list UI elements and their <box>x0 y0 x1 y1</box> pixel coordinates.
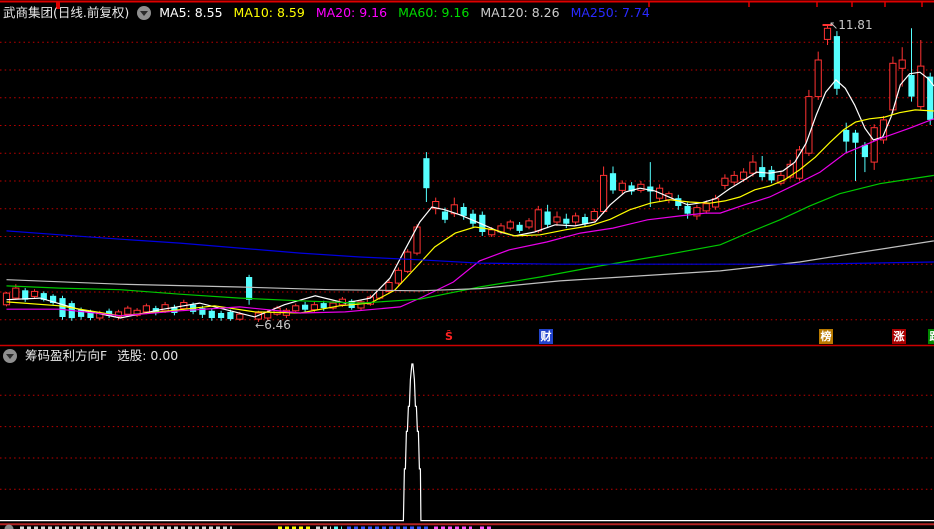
candle-up <box>553 211 561 226</box>
candle-up <box>730 171 738 186</box>
candle-down <box>768 166 775 184</box>
ma-line-ma120 <box>6 240 934 292</box>
candle-down <box>50 294 57 305</box>
candle-up <box>637 181 645 193</box>
candle-up <box>506 219 514 231</box>
chevron-down-icon <box>140 11 149 16</box>
candle-up <box>534 205 542 234</box>
candle-up <box>30 289 39 299</box>
indicator-name[interactable]: 筹码盈利方向F <box>25 348 107 364</box>
marker-dollar[interactable]: Ŝ <box>442 329 456 344</box>
candle-up <box>777 171 785 186</box>
ma-line-ma5 <box>6 71 934 319</box>
candle-up <box>525 218 533 230</box>
marker-bang[interactable]: 榜 <box>819 329 833 344</box>
candle-down <box>246 274 253 305</box>
candlestick-chart[interactable] <box>0 0 934 529</box>
ma20-label: MA20: 9.16 <box>315 5 388 20</box>
candle-down <box>628 182 635 195</box>
candle-down <box>218 310 225 321</box>
candle-down <box>833 31 840 95</box>
candle-up <box>600 166 608 214</box>
candle-up <box>693 204 701 220</box>
low-price-label: ←6.46 <box>255 318 291 332</box>
candle-down <box>852 129 859 181</box>
candle-down <box>423 152 430 202</box>
marker-cai[interactable]: 财 <box>539 329 553 344</box>
ma-line-ma250 <box>6 230 934 265</box>
candle-down <box>22 288 29 302</box>
main-chart-header: 武商集团(日线.前复权) MA5: 8.55 MA10: 8.59 MA20: … <box>3 4 661 22</box>
low-arrow-icon: ← <box>255 319 265 332</box>
stock-app-window: 武商集团(日线.前复权) MA5: 8.55 MA10: 8.59 MA20: … <box>0 0 934 529</box>
marker-zhang[interactable]: 涨 <box>892 329 906 344</box>
candle-up <box>357 299 365 311</box>
indicator-line <box>0 363 934 522</box>
indicator-value: 选股: 0.00 <box>117 348 179 363</box>
candle-up <box>805 89 813 156</box>
high-price-label: ↖11.81 <box>829 18 873 32</box>
candle-down <box>59 295 66 320</box>
candle-up <box>394 267 402 286</box>
ma10-label: MA10: 8.59 <box>233 5 305 20</box>
chevron-down-icon <box>6 354 14 359</box>
collapse-sub-icon[interactable] <box>3 349 17 363</box>
window-title: 武商集团(日线.前复权) <box>3 5 130 20</box>
sub-gridlines <box>0 394 934 490</box>
candle-down <box>516 222 523 234</box>
candle-down <box>908 28 915 102</box>
ma-line-ma60 <box>6 174 934 304</box>
candle-down <box>302 301 309 312</box>
candle-up <box>432 197 440 215</box>
candle-up <box>572 212 580 225</box>
ma-lines <box>6 71 934 319</box>
candle-down <box>759 156 766 181</box>
ma120-label: MA120: 8.26 <box>480 5 560 20</box>
candle-down <box>208 308 215 321</box>
candle-down <box>469 209 477 227</box>
candle-up <box>618 180 626 194</box>
marker-edge[interactable]: 跌 <box>928 329 934 344</box>
candle-up <box>814 51 822 100</box>
ma250-label: MA250: 7.74 <box>570 5 650 20</box>
candle-down <box>647 162 654 207</box>
candle-up <box>721 174 729 190</box>
candle-down <box>609 166 617 194</box>
high-arrow-icon: ↖ <box>829 19 839 32</box>
price-gridlines <box>0 41 934 321</box>
candle-down <box>581 213 589 227</box>
candle-down <box>861 142 868 173</box>
ma5-label: MA5: 8.55 <box>159 5 223 20</box>
sub-panel-header: 筹码盈利方向F 选股: 0.00 <box>3 348 178 364</box>
ma60-label: MA60: 9.16 <box>398 5 470 20</box>
candle-up <box>413 224 421 256</box>
candle-up <box>292 303 300 313</box>
candle-up <box>404 249 412 274</box>
collapse-main-icon[interactable] <box>137 6 152 20</box>
candle-up <box>870 124 878 170</box>
